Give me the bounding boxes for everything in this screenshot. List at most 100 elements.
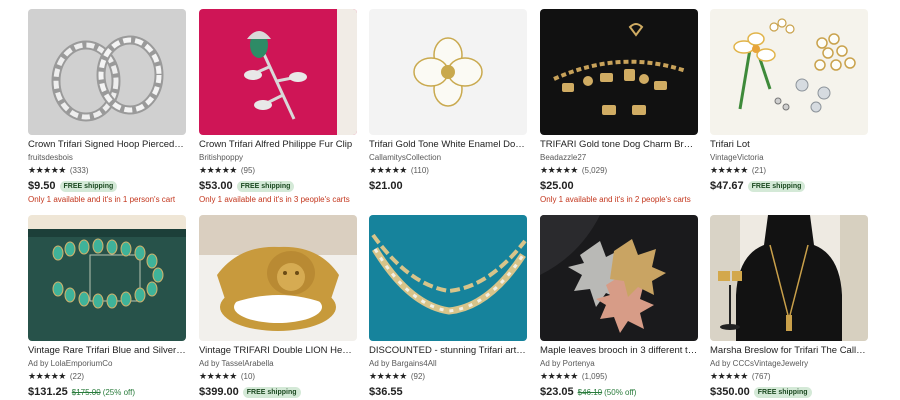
listing-image-blue-silver-necklace[interactable] xyxy=(28,215,186,341)
price: $21.00 xyxy=(369,180,403,192)
review-count: (92) xyxy=(410,372,426,381)
listing-image-calla-lily-necklace[interactable] xyxy=(710,215,868,341)
seller-name[interactable]: fruitsdesbois xyxy=(28,152,186,163)
price-line: $9.50 FREE shipping xyxy=(28,179,186,193)
seller-name[interactable]: CallamitysCollection xyxy=(369,152,527,163)
free-shipping-badge: FREE shipping xyxy=(59,180,118,192)
earrings-photo xyxy=(28,9,186,135)
star-rating-icon: ★★★★★ xyxy=(28,165,66,175)
availability-notice: Only 1 available and it's in 3 people's … xyxy=(199,195,350,204)
rating: ★★★★★ (110) xyxy=(369,165,527,176)
original-price: $46.10 xyxy=(577,387,603,397)
listing-title[interactable]: Vintage Rare Trifari Blue and Silver Nec… xyxy=(28,345,186,357)
price-line: $399.00 FREE shipping xyxy=(199,385,357,399)
rating: ★★★★★ (95) xyxy=(199,165,357,176)
review-count: (5,029) xyxy=(581,166,608,175)
listing-title[interactable]: Marsha Breslow for Trifari The Calla Lil… xyxy=(710,345,868,357)
price: $47.67 xyxy=(710,180,744,192)
price-line: $47.67 FREE shipping xyxy=(710,179,868,193)
necklace-on-book-photo xyxy=(28,215,186,341)
review-count: (95) xyxy=(240,166,256,175)
listing-image-hoop-earrings[interactable] xyxy=(28,9,186,135)
listing-card[interactable]: Trifari Lot VintageVictoria ★★★★★ (21) $… xyxy=(710,9,868,193)
listing-card[interactable]: Crown Trifari Alfred Philippe Fur Clip B… xyxy=(199,9,357,205)
price: $350.00 xyxy=(710,386,750,398)
seller-name[interactable]: Britishpoppy xyxy=(199,152,357,163)
review-count: (10) xyxy=(240,372,256,381)
price: $399.00 xyxy=(199,386,239,398)
listing-card[interactable]: Maple leaves brooch in 3 different tones… xyxy=(540,215,698,399)
listing-image-maple-brooch[interactable] xyxy=(540,215,698,341)
review-count: (1,095) xyxy=(581,372,608,381)
seller-name[interactable]: Ad by Portenya xyxy=(540,358,698,369)
listing-card[interactable]: Vintage Rare Trifari Blue and Silver Nec… xyxy=(28,215,186,399)
rating: ★★★★★ (1,095) xyxy=(540,371,698,382)
listing-card[interactable]: Crown Trifari Signed Hoop Pierced Earrin… xyxy=(28,9,186,205)
rating: ★★★★★ (21) xyxy=(710,165,868,176)
availability-notice: Only 1 available and it's in 1 person's … xyxy=(28,195,176,204)
seller-name[interactable]: Ad by Bargains4All xyxy=(369,358,527,369)
price-line: $25.00 xyxy=(540,179,698,193)
listing-title[interactable]: TRIFARI Gold tone Dog Charm Bracelet xyxy=(540,139,698,151)
dogwood-brooch-photo xyxy=(369,9,527,135)
seller-name[interactable]: Ad by CCCsVintageJewelry xyxy=(710,358,868,369)
listing-image-fur-clip[interactable] xyxy=(199,9,357,135)
listing-image-dog-charm-bracelet[interactable] xyxy=(540,9,698,135)
seller-name[interactable]: VintageVictoria xyxy=(710,152,868,163)
price: $53.00 xyxy=(199,180,233,192)
listing-title[interactable]: Crown Trifari Signed Hoop Pierced Earrin… xyxy=(28,139,186,151)
star-rating-icon: ★★★★★ xyxy=(369,371,407,381)
listing-card[interactable]: Vintage TRIFARI Double LION Head Bangle … xyxy=(199,215,357,399)
seller-name[interactable]: Ad by TasselArabella xyxy=(199,358,357,369)
listing-image-lion-bangle[interactable] xyxy=(199,215,357,341)
free-shipping-badge: FREE shipping xyxy=(753,386,812,398)
star-rating-icon: ★★★★★ xyxy=(199,371,237,381)
listing-grid: Crown Trifari Signed Hoop Pierced Earrin… xyxy=(0,0,900,400)
free-shipping-badge: FREE shipping xyxy=(747,180,806,192)
listing-title[interactable]: Maple leaves brooch in 3 different tones xyxy=(540,345,698,357)
listing-card[interactable]: TRIFARI Gold tone Dog Charm Bracelet Bea… xyxy=(540,9,698,205)
review-count: (21) xyxy=(751,166,767,175)
brooch-lot-photo xyxy=(710,9,868,135)
review-count: (110) xyxy=(410,166,429,175)
brooch-photo xyxy=(199,9,357,135)
review-count: (333) xyxy=(69,166,89,175)
listing-card[interactable]: DISCOUNTED - stunning Trifari articulate… xyxy=(369,215,527,399)
original-price: $175.00 xyxy=(71,387,101,397)
bracelet-photo xyxy=(540,9,698,135)
seller-name[interactable]: Ad by LolaEmporiumCo xyxy=(28,358,186,369)
listing-title[interactable]: Vintage TRIFARI Double LION Head Bangle xyxy=(199,345,357,357)
star-rating-icon: ★★★★★ xyxy=(710,165,748,175)
rating: ★★★★★ (767) xyxy=(710,371,868,382)
star-rating-icon: ★★★★★ xyxy=(540,371,578,381)
discount-percent: (50% off) xyxy=(604,387,637,397)
listing-title[interactable]: Crown Trifari Alfred Philippe Fur Clip xyxy=(199,139,357,151)
availability-notice: Only 1 available and it's in 2 people's … xyxy=(540,195,691,204)
lion-bangle-photo xyxy=(199,215,357,341)
listing-title[interactable]: Trifari Gold Tone White Enamel Dogwood B… xyxy=(369,139,527,151)
listing-title[interactable]: DISCOUNTED - stunning Trifari articulate… xyxy=(369,345,527,357)
rating: ★★★★★ (22) xyxy=(28,371,186,382)
free-shipping-badge: FREE shipping xyxy=(236,180,295,192)
listing-card[interactable]: Marsha Breslow for Trifari The Calla Lil… xyxy=(710,215,868,399)
necklace-on-bust-photo xyxy=(710,215,868,341)
price: $131.25 xyxy=(28,386,68,398)
price-line: $53.00 FREE shipping xyxy=(199,179,357,193)
price: $25.00 xyxy=(540,180,574,192)
listing-image-dogwood-brooch[interactable] xyxy=(369,9,527,135)
listing-title[interactable]: Trifari Lot xyxy=(710,139,868,151)
listing-image-trifari-lot[interactable] xyxy=(710,9,868,135)
rating: ★★★★★ (333) xyxy=(28,165,186,176)
maple-brooch-photo xyxy=(540,215,698,341)
review-count: (22) xyxy=(69,372,85,381)
price-line: $23.05 $46.10 (50% off) xyxy=(540,385,698,399)
rating: ★★★★★ (92) xyxy=(369,371,527,382)
price: $36.55 xyxy=(369,386,403,398)
price-line: $21.00 xyxy=(369,179,527,193)
seller-name[interactable]: Beadazzle27 xyxy=(540,152,698,163)
price-line: $36.55 xyxy=(369,385,527,399)
star-rating-icon: ★★★★★ xyxy=(540,165,578,175)
listing-card[interactable]: Trifari Gold Tone White Enamel Dogwood B… xyxy=(369,9,527,193)
listing-image-articulated-necklace[interactable] xyxy=(369,215,527,341)
star-rating-icon: ★★★★★ xyxy=(199,165,237,175)
